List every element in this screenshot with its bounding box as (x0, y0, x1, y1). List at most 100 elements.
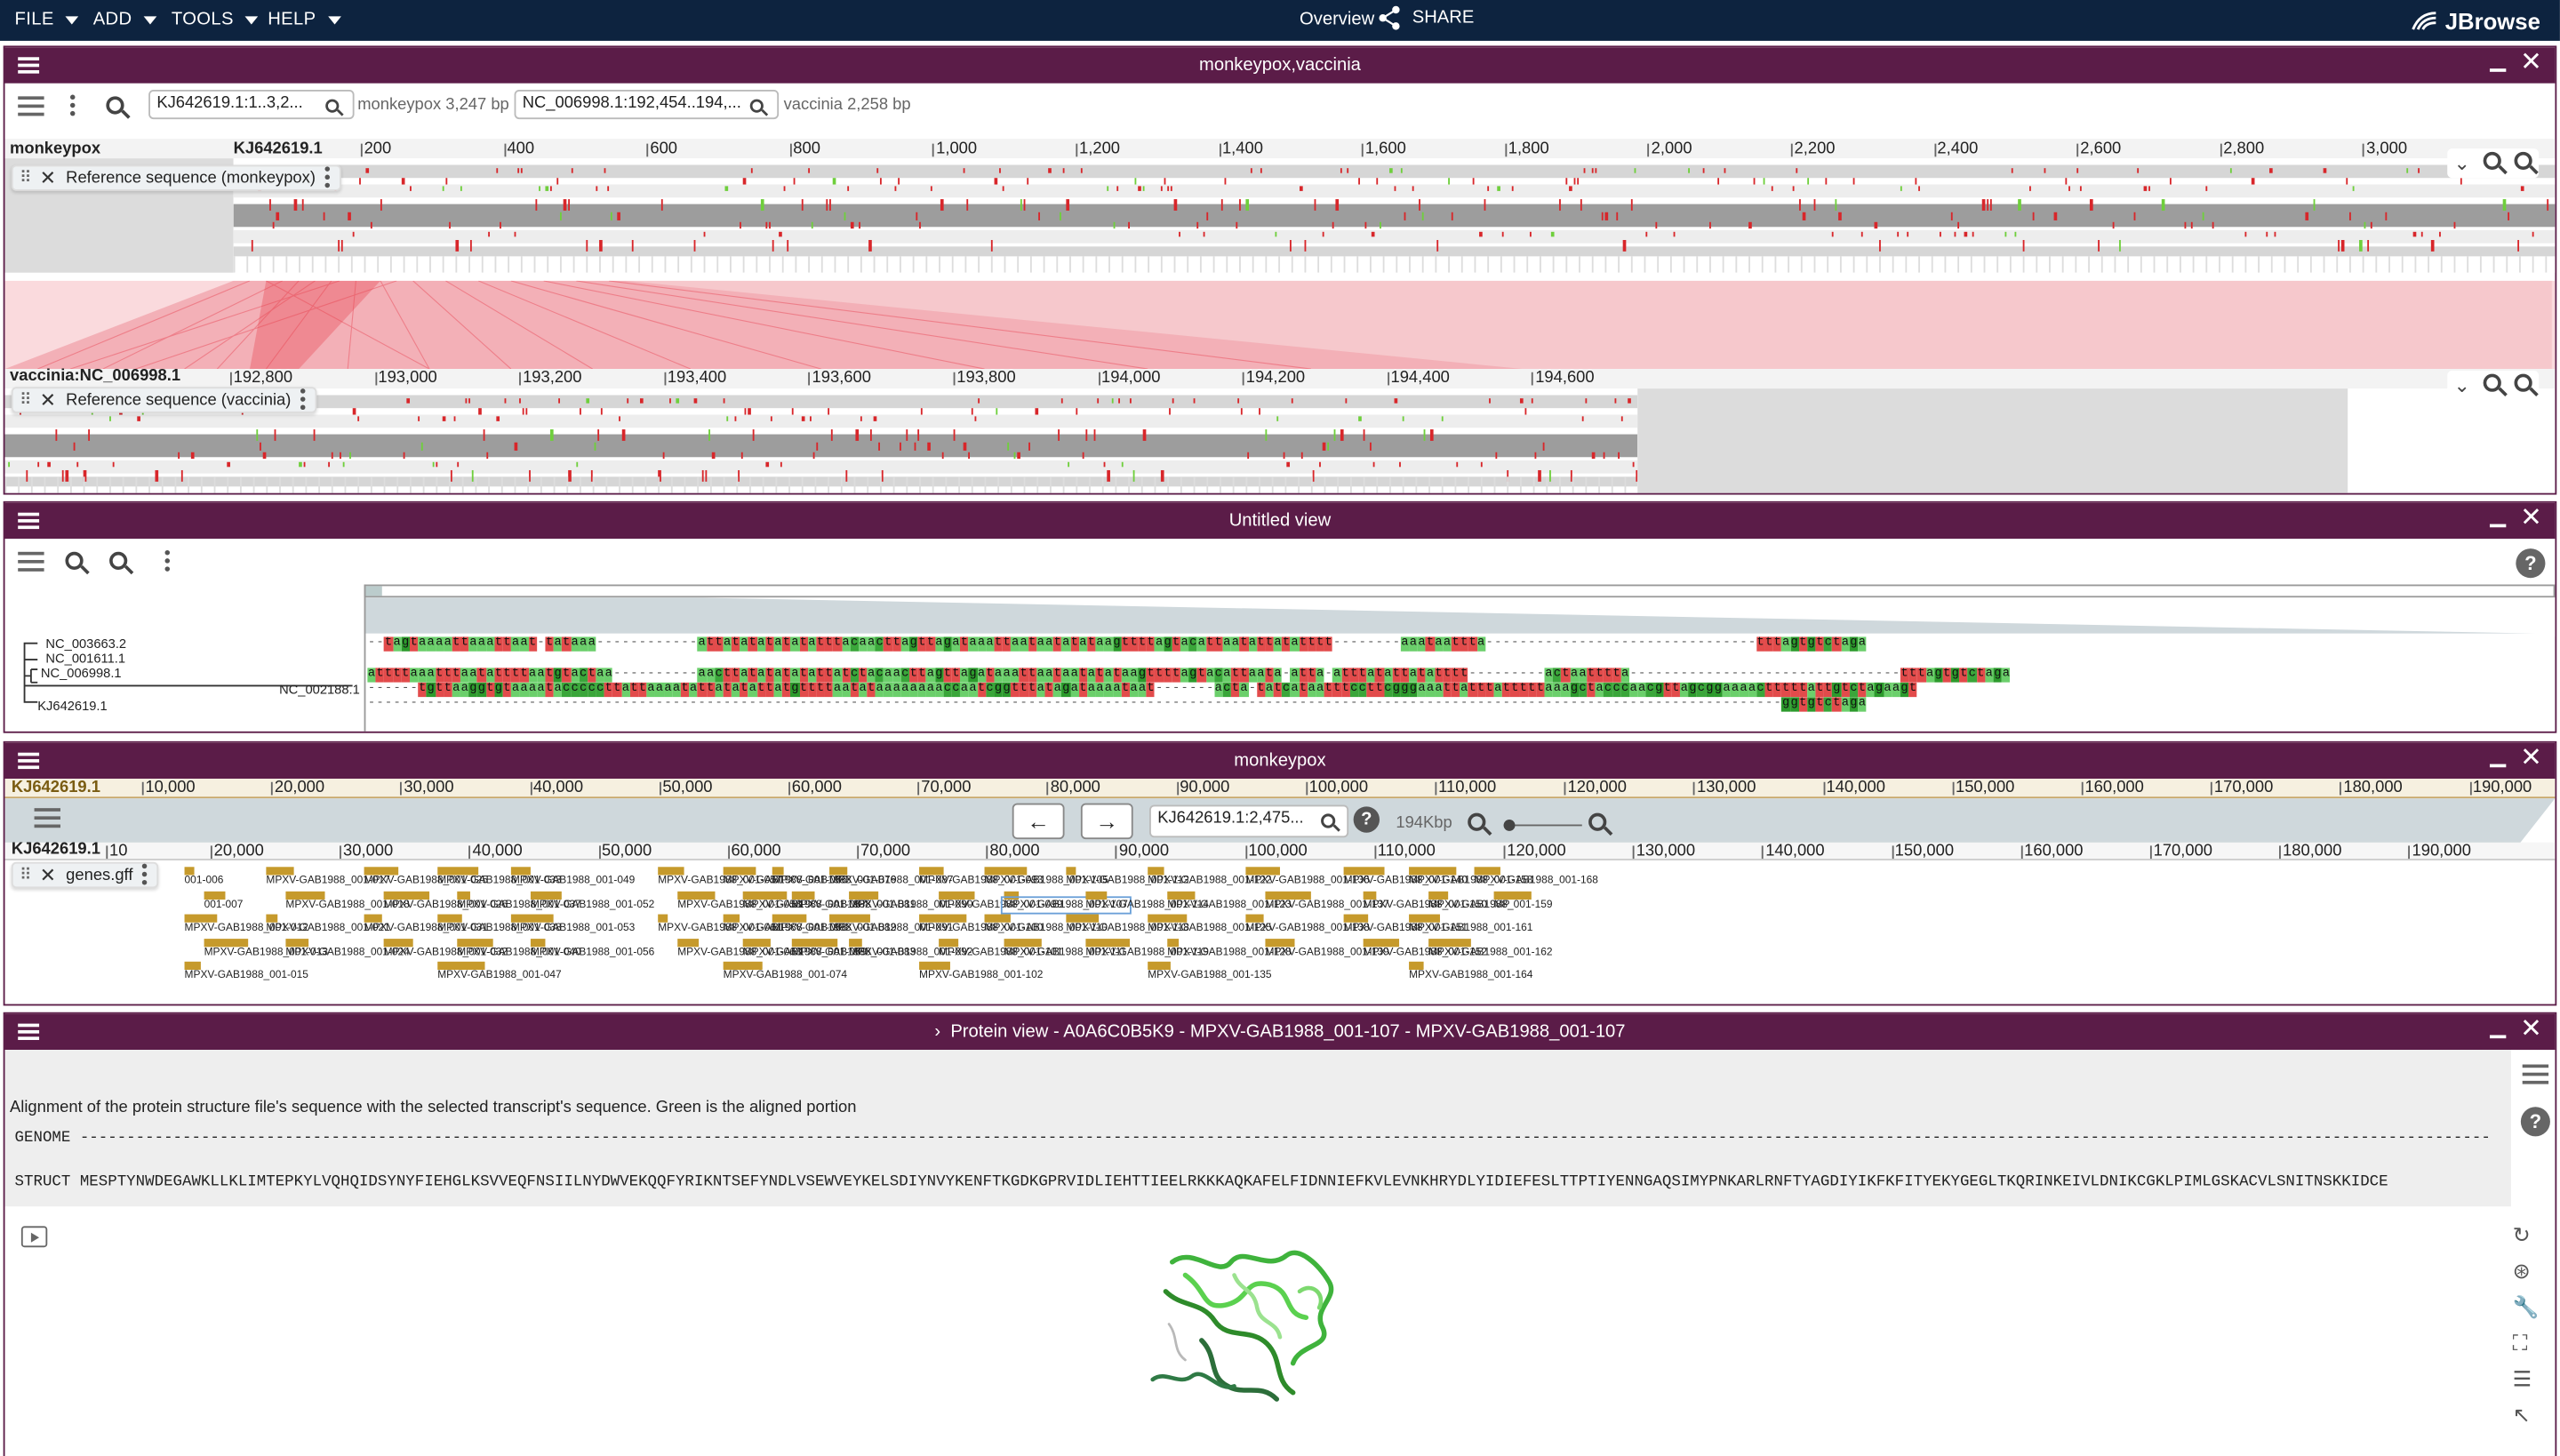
gene-feature-label[interactable]: MPXV-GAB1988_001-162 (1428, 946, 1552, 957)
pan-left-button[interactable]: ← (1012, 803, 1065, 840)
settings-sliders-icon[interactable]: ☰ (2513, 1366, 2540, 1392)
close-track-icon[interactable]: ✕ (40, 166, 56, 189)
gene-feature[interactable] (939, 938, 959, 947)
view-menu-icon[interactable] (18, 752, 40, 770)
gene-feature[interactable] (1167, 890, 1196, 900)
msa-scrollbar[interactable] (364, 584, 2556, 598)
gene-feature[interactable] (829, 867, 848, 876)
help-icon[interactable]: ? (2520, 1107, 2550, 1137)
gene-feature-label[interactable]: MPXV-GAB1988_001-053 (511, 923, 635, 934)
gene-feature[interactable] (457, 890, 470, 900)
gene-feature-label[interactable]: MP (1494, 899, 1510, 910)
chevron-right-icon[interactable]: › (934, 1022, 950, 1042)
gene-feature[interactable] (530, 890, 562, 900)
gene-feature[interactable] (919, 867, 944, 876)
gene-feature-label[interactable]: 001-007 (204, 899, 244, 910)
zoom-in-icon[interactable] (2514, 151, 2532, 175)
minimize-icon[interactable] (2489, 1035, 2507, 1039)
gene-feature[interactable] (939, 890, 975, 900)
track-menu-icon[interactable] (142, 863, 148, 887)
gene-feature[interactable] (437, 867, 479, 876)
gene-feature-label[interactable]: MPXV-GAB1988_001-015 (185, 970, 308, 981)
chevron-down-icon[interactable]: ⌄ (2454, 152, 2470, 175)
gene-feature[interactable] (1363, 938, 1400, 947)
gene-feature[interactable] (510, 867, 531, 876)
minimize-icon[interactable] (2489, 524, 2507, 528)
track-label-monkeypox[interactable]: ⠿ ✕ Reference sequence (monkeypox) (11, 164, 342, 191)
zoom-out-icon[interactable] (2483, 151, 2501, 175)
chevron-down-icon[interactable]: ⌄ (2454, 374, 2470, 397)
overview-link[interactable]: Overview (1300, 10, 1374, 29)
gene-feature-label[interactable]: MPXV-GAB1988_001-164 (1409, 970, 1532, 981)
track-menu-icon[interactable] (300, 388, 306, 412)
gene-feature[interactable] (1066, 867, 1076, 876)
zoom-out-icon[interactable] (1468, 810, 1486, 839)
gene-feature[interactable] (1409, 961, 1424, 970)
gene-feature[interactable] (849, 890, 879, 900)
close-icon[interactable]: ✕ (2520, 505, 2542, 532)
search-icon[interactable] (749, 97, 764, 119)
gene-feature[interactable] (383, 890, 430, 900)
zoom-in-icon[interactable] (65, 548, 84, 578)
gene-feature-label[interactable]: MPXV-GAB1988_001-168 (1475, 875, 1598, 886)
track-label-genes[interactable]: ⠿ ✕ genes.gff (11, 861, 159, 889)
search-icon[interactable] (1321, 811, 1336, 834)
gene-feature[interactable] (437, 914, 462, 923)
view-menu-icon[interactable] (18, 512, 40, 530)
list-icon[interactable] (18, 96, 44, 116)
menu-help[interactable]: HELP (268, 10, 341, 29)
gene-feature[interactable] (184, 867, 195, 876)
minimize-icon[interactable] (2489, 68, 2507, 72)
gene-feature[interactable] (723, 867, 756, 876)
gene-feature[interactable] (530, 938, 546, 947)
tree-leaf-5[interactable]: KJ642619.1 (37, 699, 107, 714)
gene-feature[interactable] (1004, 890, 1020, 900)
msa-scrollbar-thumb[interactable] (365, 586, 382, 596)
gene-feature[interactable] (364, 867, 399, 876)
gene-feature[interactable] (266, 867, 294, 876)
search-icon[interactable] (325, 97, 340, 119)
gene-feature[interactable] (1343, 914, 1369, 923)
gene-feature[interactable] (984, 914, 1011, 923)
minimize-icon[interactable] (2489, 764, 2507, 768)
gene-feature[interactable] (1004, 938, 1042, 947)
gene-feature[interactable] (1343, 867, 1385, 876)
gene-feature[interactable] (266, 914, 278, 923)
kebab-menu-icon[interactable] (164, 549, 172, 573)
tree-leaf-1[interactable]: NC_003663.2 (45, 636, 126, 652)
fullscreen-icon[interactable]: ⛶ (2513, 1331, 2540, 1356)
gene-feature[interactable] (364, 914, 382, 923)
gene-feature[interactable] (723, 961, 763, 970)
gene-feature[interactable] (1493, 890, 1532, 900)
track-label-vaccinia[interactable]: ⠿ ✕ Reference sequence (vaccinia) (11, 387, 317, 413)
gene-feature[interactable] (1265, 890, 1311, 900)
gene-feature[interactable] (1265, 938, 1295, 947)
gene-feature-label[interactable]: MPXV-GAB1988_001-047 (437, 970, 561, 981)
menu-add[interactable]: ADD (93, 10, 157, 29)
kebab-menu-icon[interactable] (69, 94, 76, 118)
zoom-slider-thumb[interactable] (1503, 820, 1516, 831)
gene-feature[interactable] (772, 867, 784, 876)
gene-feature[interactable] (1066, 914, 1100, 923)
menu-tools[interactable]: TOOLS (172, 10, 259, 29)
zoom-out-icon[interactable] (109, 548, 128, 578)
gene-feature[interactable] (1245, 914, 1264, 923)
gene-feature[interactable] (791, 890, 815, 900)
gene-feature-label[interactable]: 001-006 (185, 875, 224, 886)
gene-feature[interactable] (772, 914, 807, 923)
screenshot-icon[interactable]: ⊛ (2513, 1259, 2540, 1284)
tree-leaf-2[interactable]: NC_001611.1 (45, 652, 125, 667)
tree-leaf-4[interactable]: NC_002188.1 (279, 683, 360, 698)
gene-feature[interactable] (184, 961, 201, 970)
share-button[interactable]: SHARE (1376, 5, 1474, 31)
gene-feature[interactable] (285, 890, 325, 900)
track-menu-icon[interactable] (324, 166, 331, 189)
close-icon[interactable]: ✕ (2520, 745, 2542, 772)
drag-handle-icon[interactable]: ⠿ (20, 169, 32, 187)
gene-feature[interactable] (742, 938, 771, 947)
zoom-out-icon[interactable] (2483, 373, 2501, 397)
gene-feature[interactable] (1245, 867, 1280, 876)
gene-feature[interactable] (285, 938, 309, 947)
gene-feature[interactable] (1428, 938, 1471, 947)
gene-feature-label[interactable]: MPXV-GAB1988_001-102 (919, 970, 1043, 981)
